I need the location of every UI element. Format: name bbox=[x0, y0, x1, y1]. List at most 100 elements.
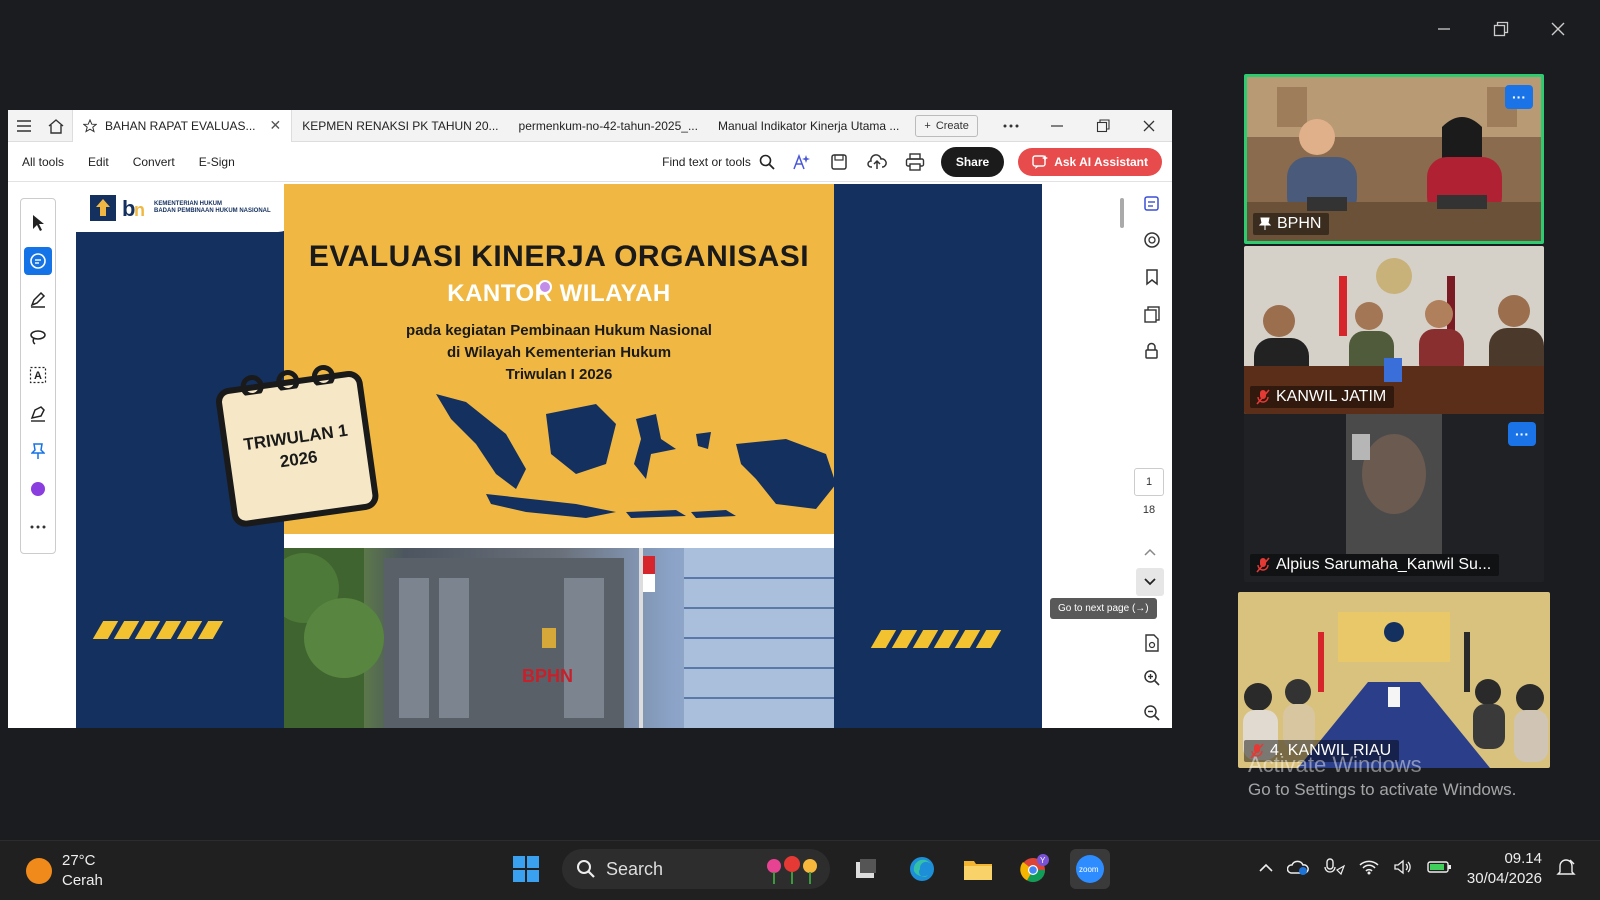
tab-bahan-rapat[interactable]: BAHAN RAPAT EVALUAS... ✕ bbox=[72, 109, 293, 142]
ai-summary-icon[interactable] bbox=[1143, 194, 1161, 217]
tile-more-options-icon[interactable]: ··· bbox=[1508, 422, 1536, 446]
weather-widget[interactable]: 27°C Cerah bbox=[26, 851, 103, 891]
tile-more-options-icon[interactable]: ··· bbox=[1505, 85, 1533, 109]
pin-icon[interactable] bbox=[24, 437, 52, 465]
comment-tool-icon[interactable] bbox=[24, 247, 52, 275]
previous-page-icon[interactable] bbox=[1136, 538, 1164, 566]
text-box-icon[interactable]: A bbox=[24, 361, 52, 389]
menu-all-tools[interactable]: All tools bbox=[8, 155, 64, 169]
tab-close-icon[interactable]: ✕ bbox=[270, 117, 282, 134]
menu-convert[interactable]: Convert bbox=[119, 155, 175, 169]
minimize-icon[interactable] bbox=[1415, 14, 1472, 44]
system-clock[interactable]: 09.14 30/04/2026 bbox=[1467, 849, 1542, 889]
zoom-rail bbox=[1138, 634, 1166, 727]
star-icon[interactable] bbox=[83, 118, 97, 133]
home-icon[interactable] bbox=[40, 110, 72, 142]
zoom-window-controls bbox=[1415, 14, 1586, 44]
pin-icon bbox=[1259, 217, 1271, 230]
protect-icon[interactable] bbox=[1143, 342, 1161, 365]
create-button[interactable]: + Create bbox=[915, 114, 978, 137]
sign-pen-icon[interactable] bbox=[24, 399, 52, 427]
video-tile-alpius[interactable]: ··· Alpius Sarumaha_Kanwil Su... bbox=[1244, 414, 1544, 582]
color-picker-icon[interactable] bbox=[24, 475, 52, 503]
zoom-out-icon[interactable] bbox=[1143, 704, 1161, 727]
close-icon[interactable] bbox=[1529, 14, 1586, 44]
more-options-icon[interactable] bbox=[988, 110, 1034, 142]
zoom-app-icon[interactable]: zoom bbox=[1070, 849, 1110, 889]
acrobat-restore-icon[interactable] bbox=[1080, 110, 1126, 142]
tab-label: BAHAN RAPAT EVALUAS... bbox=[105, 118, 256, 133]
muted-mic-icon bbox=[1256, 557, 1270, 573]
next-page-tooltip: Go to next page (→) bbox=[1050, 598, 1157, 619]
select-cursor-icon[interactable] bbox=[24, 209, 52, 237]
page-number-input[interactable]: 1 bbox=[1134, 468, 1164, 496]
task-view-icon[interactable] bbox=[846, 849, 886, 889]
hamburger-menu-icon[interactable] bbox=[8, 110, 40, 142]
comments-panel-icon[interactable] bbox=[1143, 231, 1161, 254]
more-tools-icon[interactable] bbox=[24, 513, 52, 541]
ai-tools-icon[interactable] bbox=[789, 150, 813, 174]
clock-date: 30/04/2026 bbox=[1466, 870, 1542, 887]
description-line-3: Triwulan I 2026 bbox=[505, 366, 613, 383]
page-tools-icon[interactable] bbox=[1144, 634, 1160, 657]
vertical-scrollbar[interactable] bbox=[1120, 198, 1124, 228]
kemenkum-logo: bn KEMENTERIAN HUKUM BADAN PEMBINAAN HUK… bbox=[76, 184, 296, 232]
tulips-icon bbox=[767, 856, 817, 884]
document-view[interactable]: bn KEMENTERIAN HUKUM BADAN PEMBINAAN HUK… bbox=[76, 184, 1042, 728]
divider-band bbox=[284, 534, 834, 548]
participant-name: Alpius Sarumaha_Kanwil Su... bbox=[1250, 554, 1500, 576]
edge-browser-icon[interactable] bbox=[902, 849, 942, 889]
pages-panel-icon[interactable] bbox=[1143, 305, 1161, 328]
shared-screen-acrobat: BAHAN RAPAT EVALUAS... ✕ KEPMEN RENAKSI … bbox=[8, 109, 1172, 728]
chrome-browser-icon[interactable]: Y bbox=[1014, 849, 1054, 889]
search-icon bbox=[577, 860, 595, 878]
tab-permenkum[interactable]: permenkum-no-42-tahun-2025_... bbox=[509, 110, 708, 142]
description-line-2: di Wilayah Kementerian Hukum bbox=[446, 344, 672, 361]
taskbar-search[interactable]: Search bbox=[562, 849, 830, 889]
acrobat-minimize-icon[interactable] bbox=[1034, 110, 1080, 142]
menu-edit[interactable]: Edit bbox=[74, 155, 109, 169]
highlight-pen-icon[interactable] bbox=[24, 285, 52, 313]
menu-esign[interactable]: E-Sign bbox=[185, 155, 235, 169]
taskbar-apps: Search Y zoom bbox=[506, 849, 1110, 889]
restore-icon[interactable] bbox=[1472, 14, 1529, 44]
logo-text: KEMENTERIAN HUKUM BADAN PEMBINAAN HUKUM … bbox=[154, 201, 271, 215]
participant-name-label: BPHN bbox=[1277, 215, 1322, 232]
onedrive-icon[interactable] bbox=[1286, 859, 1309, 880]
bookmark-icon[interactable] bbox=[1143, 268, 1161, 291]
notifications-icon[interactable] bbox=[1556, 857, 1576, 882]
svg-text:zoom: zoom bbox=[1079, 865, 1099, 874]
create-label: Create bbox=[935, 119, 969, 132]
save-icon[interactable] bbox=[827, 150, 851, 174]
bphn-logo-icon: bn bbox=[122, 196, 145, 221]
zoom-in-icon[interactable] bbox=[1143, 669, 1161, 692]
share-button[interactable]: Share bbox=[940, 146, 1005, 177]
tab-manual-indikator[interactable]: Manual Indikator Kinerja Utama ... bbox=[708, 110, 909, 142]
lasso-icon[interactable] bbox=[24, 323, 52, 351]
ask-ai-assistant-button[interactable]: Ask AI Assistant bbox=[1018, 147, 1162, 176]
find-tools-field[interactable]: Find text or tools bbox=[662, 154, 775, 170]
wifi-icon[interactable] bbox=[1359, 859, 1379, 880]
upload-cloud-icon[interactable] bbox=[865, 150, 889, 174]
video-tile-kanwil-riau[interactable]: 4. KANWIL RIAU bbox=[1238, 592, 1550, 768]
indonesia-map-icon bbox=[436, 394, 836, 518]
video-tile-bphn[interactable]: ··· BPHN bbox=[1244, 74, 1544, 244]
volume-icon[interactable] bbox=[1393, 859, 1413, 880]
left-stripes bbox=[92, 621, 224, 639]
sun-icon bbox=[26, 858, 52, 884]
tab-kepmen-renaksi[interactable]: KEPMEN RENAKSI PK TAHUN 20... bbox=[292, 110, 508, 142]
battery-icon[interactable] bbox=[1427, 859, 1453, 880]
chevron-up-icon[interactable] bbox=[1259, 860, 1273, 878]
tool-rail: A bbox=[20, 198, 56, 554]
presenter-cursor-icon bbox=[538, 280, 552, 294]
microphone-icon[interactable] bbox=[1323, 857, 1346, 881]
video-tile-kanwil-jatim[interactable]: KANWIL JATIM bbox=[1244, 246, 1544, 414]
svg-text:A: A bbox=[34, 370, 42, 382]
print-icon[interactable] bbox=[903, 150, 927, 174]
file-explorer-icon[interactable] bbox=[958, 849, 998, 889]
acrobat-toolbar: All tools Edit Convert E-Sign Find text … bbox=[8, 142, 1172, 182]
muted-mic-icon bbox=[1256, 389, 1270, 405]
acrobat-close-icon[interactable] bbox=[1126, 110, 1172, 142]
windows-start-icon[interactable] bbox=[506, 849, 546, 889]
next-page-icon[interactable] bbox=[1136, 568, 1164, 596]
